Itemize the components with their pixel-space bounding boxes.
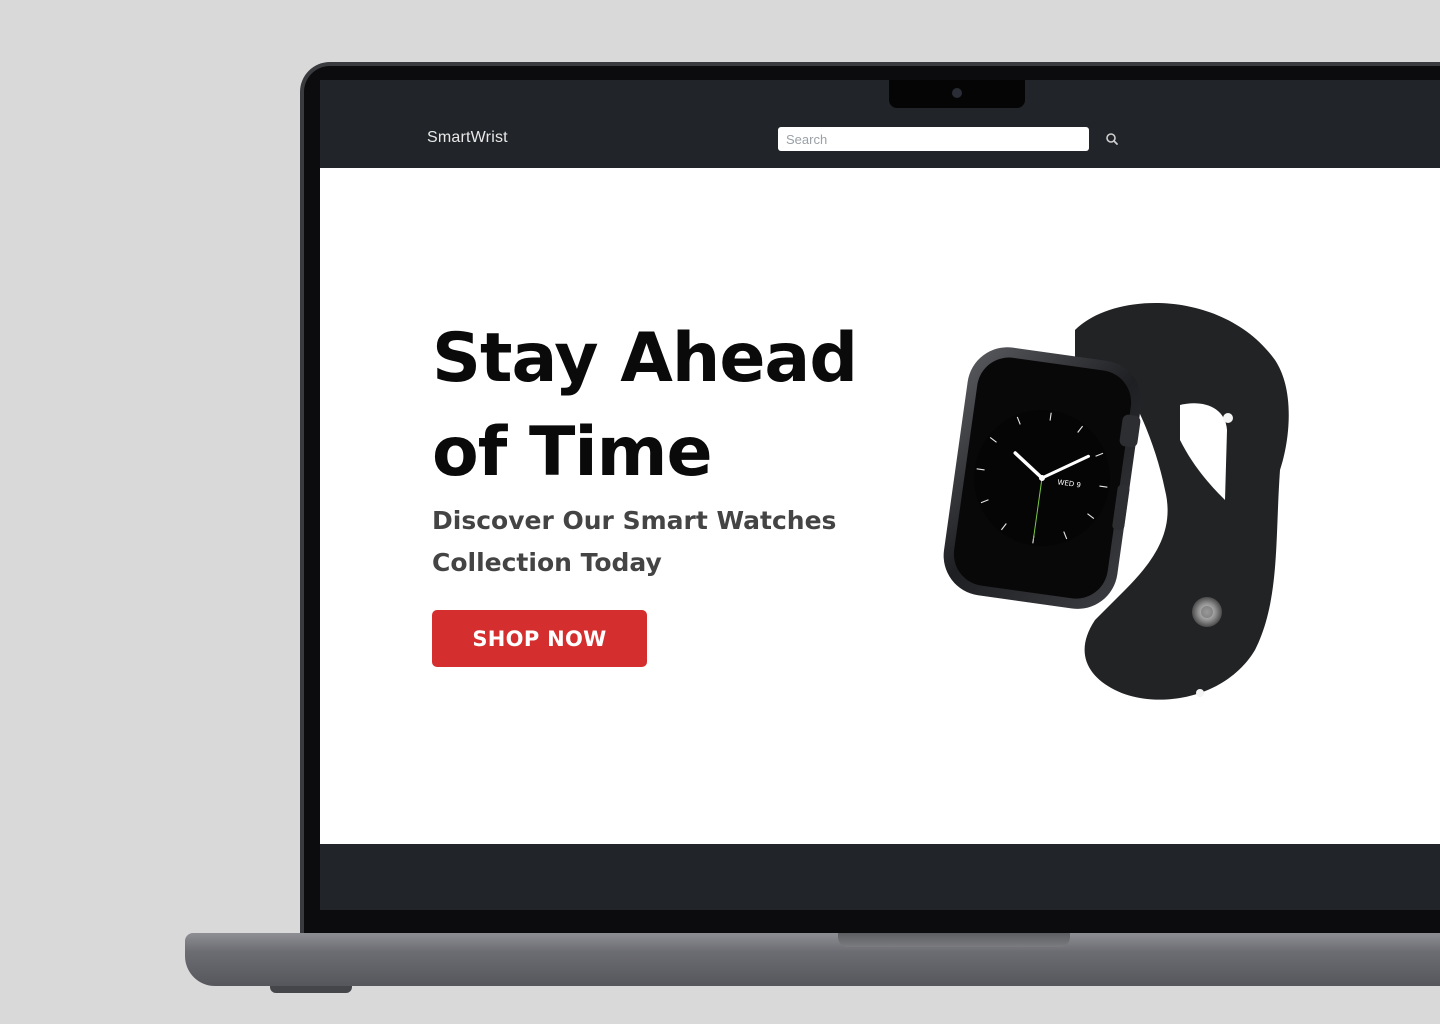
hero-title: Stay Ahead of Time [432, 319, 858, 492]
hero-subtitle: Discover Our Smart Watches Collection To… [432, 506, 837, 577]
smartwatch-image: WED 9 [943, 302, 1289, 700]
search-input[interactable] [778, 127, 1089, 151]
website-screen: SmartWrist Stay Ahead of Time Discover O… [320, 80, 1440, 910]
laptop-opening-lip [838, 933, 1070, 947]
brand-logo[interactable]: SmartWrist [427, 129, 508, 147]
mockup-stage: SmartWrist Stay Ahead of Time Discover O… [0, 0, 1440, 1024]
laptop-foot [270, 986, 352, 993]
laptop-bezel: SmartWrist Stay Ahead of Time Discover O… [304, 66, 1440, 938]
footer-band [320, 844, 1440, 910]
search-icon[interactable] [1104, 131, 1120, 147]
camera-notch [889, 80, 1025, 108]
camera-icon [952, 88, 962, 98]
laptop-base [185, 933, 1440, 986]
shop-now-button[interactable]: SHOP NOW [432, 610, 647, 667]
laptop-lid: SmartWrist Stay Ahead of Time Discover O… [300, 62, 1440, 942]
navbar: SmartWrist [320, 80, 1440, 168]
